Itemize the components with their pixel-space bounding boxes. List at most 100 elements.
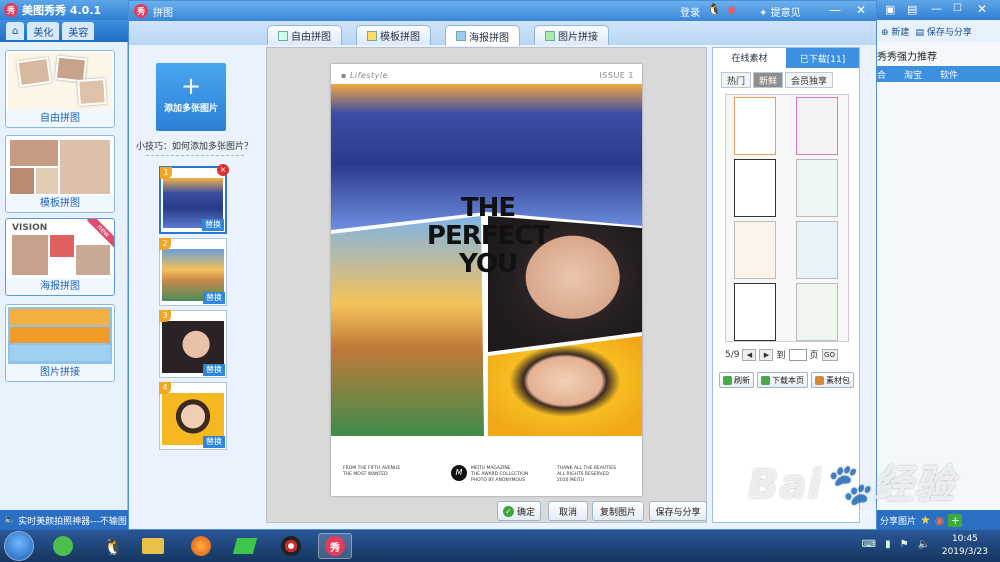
clock-date: 2019/3/23 xyxy=(941,547,988,557)
record-icon[interactable] xyxy=(276,533,306,559)
new-button[interactable]: ⊕ 新建 xyxy=(881,25,909,38)
subtab-hot[interactable]: 热门 xyxy=(721,72,752,88)
page-input[interactable] xyxy=(788,348,807,361)
add-icon[interactable]: + xyxy=(948,513,963,527)
skin-icon[interactable]: ▣ xyxy=(885,3,895,16)
dialog-tabs: 自由拼图 模板拼图 海报拼图 图片拼接 xyxy=(129,21,876,46)
save-share-button[interactable]: ▤ 保存与分享 xyxy=(915,25,971,38)
poster-collage-thumbnail: VISION new xyxy=(8,219,114,279)
download-page-button[interactable]: 下载本页 xyxy=(757,372,808,388)
minimize-icon[interactable]: — xyxy=(829,3,841,17)
flag-icon[interactable]: ⚑ xyxy=(900,539,909,550)
maximize-icon[interactable]: ☐ xyxy=(953,3,962,14)
qq-icon[interactable]: 🐧 xyxy=(707,3,721,16)
side-item-image-stitch[interactable]: 图片拼接 xyxy=(5,304,115,382)
main-titlebar: 秀 美图秀秀 4.0.1 xyxy=(0,0,130,20)
refresh-button[interactable]: 刷新 xyxy=(719,372,754,388)
file-explorer-icon[interactable] xyxy=(138,533,168,559)
tab-downloaded[interactable]: 已下载[11] xyxy=(786,48,859,68)
cancel-button[interactable]: 取消 xyxy=(548,501,588,521)
windows-start-icon[interactable] xyxy=(4,531,34,561)
template-item[interactable] xyxy=(796,283,838,341)
feedback-label: 提意见 xyxy=(770,8,801,19)
subtab-vip[interactable]: 会员独享 xyxy=(785,72,834,88)
recommend-heading: 秀秀强力推荐 xyxy=(877,52,937,63)
login-link[interactable]: 登录 xyxy=(680,4,700,19)
main-right-panel: 秀秀强力推荐 合 淘宝 软件 xyxy=(877,42,1000,510)
recommend-tab[interactable]: 软件 xyxy=(940,68,958,81)
template-item[interactable] xyxy=(734,97,776,155)
material-pack-button[interactable]: 素材包 xyxy=(811,372,854,388)
bulb-icon: ✦ xyxy=(759,8,768,19)
weibo-icon[interactable]: ◉ xyxy=(935,514,945,527)
recommend-tab[interactable]: 淘宝 xyxy=(904,68,922,81)
side-item-template-collage[interactable]: 模板拼图 xyxy=(5,135,115,213)
download-icon xyxy=(761,375,770,385)
keyboard-icon[interactable]: ⌨ xyxy=(862,539,876,550)
material-actions: 刷新 下载本页 素材包 xyxy=(719,372,854,388)
thumbnail-1[interactable]: 1 × 替换 xyxy=(159,164,229,234)
main-status-bar: 🔈 实时美颜拍照神器---不输图 xyxy=(0,510,130,530)
poster-canvas-area: ▪ Lifestyle ISSUE 1 THE PERFECT YOU FROM… xyxy=(266,47,707,523)
template-item[interactable] xyxy=(734,159,776,217)
360-browser-icon[interactable] xyxy=(48,533,78,559)
close-icon[interactable]: ✕ xyxy=(977,2,987,16)
subtab-new[interactable]: 新鲜 xyxy=(753,72,784,88)
close-icon[interactable]: ✕ xyxy=(856,3,866,17)
system-clock[interactable]: 10:45 2019/3/23 xyxy=(942,533,988,559)
poster-preview[interactable]: ▪ Lifestyle ISSUE 1 THE PERFECT YOU FROM… xyxy=(331,64,642,496)
nav-beauty[interactable]: 美容 xyxy=(62,22,95,40)
recommend-tab[interactable]: 合 xyxy=(877,68,886,81)
home-icon[interactable]: ⌂ xyxy=(6,22,25,40)
tab-free-collage[interactable]: 自由拼图 xyxy=(267,25,342,45)
minimize-icon[interactable]: — xyxy=(931,2,942,15)
replace-button[interactable]: 替换 xyxy=(202,219,224,231)
copy-image-button[interactable]: 复制图片 xyxy=(592,501,644,521)
poster-headline: THE PERFECT YOU xyxy=(426,193,550,279)
thumbnail-2[interactable]: 2 替换 xyxy=(159,238,227,306)
meitu-taskbar-icon[interactable]: 秀 xyxy=(318,533,352,559)
stitch-icon xyxy=(545,30,555,41)
replace-button[interactable]: 替换 xyxy=(203,364,225,376)
material-tabs: 在线素材 已下载[11] xyxy=(713,48,859,68)
thumbnail-4[interactable]: 4 替换 xyxy=(159,382,227,450)
page-indicator: 5/9 xyxy=(725,349,740,360)
template-icon xyxy=(367,30,377,41)
go-button[interactable]: GO xyxy=(821,348,838,361)
share-image-label[interactable]: 分享图片 xyxy=(880,514,916,527)
template-collage-thumbnail xyxy=(8,138,112,196)
firefox-icon[interactable] xyxy=(186,533,216,559)
template-item[interactable] xyxy=(796,159,838,217)
volume-icon[interactable]: 🔈 xyxy=(918,539,930,550)
next-page-icon[interactable]: ▶ xyxy=(759,348,774,361)
thumbnail-3[interactable]: 3 替换 xyxy=(159,310,227,378)
media-player-icon[interactable] xyxy=(230,533,260,559)
network-icon[interactable]: ▮ xyxy=(885,539,891,550)
delete-icon[interactable]: × xyxy=(217,164,229,176)
menu-icon[interactable]: ▤ xyxy=(907,3,917,16)
star-icon[interactable]: ★ xyxy=(920,513,931,527)
confirm-button[interactable]: ✓ 确定 xyxy=(497,501,541,521)
replace-button[interactable]: 替换 xyxy=(203,292,225,304)
tip-link[interactable]: 小技巧：如何添加多张图片？ xyxy=(136,139,254,152)
tab-online-materials[interactable]: 在线素材 xyxy=(713,48,786,68)
feedback-link[interactable]: ✦ 提意见 xyxy=(759,4,801,19)
template-item[interactable] xyxy=(734,283,776,341)
weibo-icon[interactable]: ◉ xyxy=(727,3,737,16)
nav-beautify[interactable]: 美化 xyxy=(27,22,60,40)
side-item-poster-collage[interactable]: VISION new 海报拼图 xyxy=(5,218,115,296)
template-item[interactable] xyxy=(734,221,776,279)
status-text[interactable]: 实时美颜拍照神器---不输图 xyxy=(18,514,127,527)
save-share-button[interactable]: 保存与分享 xyxy=(649,501,707,521)
replace-button[interactable]: 替换 xyxy=(203,436,225,448)
qq-icon[interactable]: 🐧 xyxy=(98,533,128,559)
tab-image-stitch[interactable]: 图片拼接 xyxy=(534,25,609,45)
tab-poster-collage[interactable]: 海报拼图 xyxy=(445,25,520,46)
side-item-free-collage[interactable]: 自由拼图 xyxy=(5,50,115,128)
template-item[interactable] xyxy=(796,97,838,155)
tab-template-collage[interactable]: 模板拼图 xyxy=(356,25,431,45)
prev-page-icon[interactable]: ◀ xyxy=(742,348,757,361)
add-multiple-images-button[interactable]: + 添加多张图片 xyxy=(156,63,226,131)
poster-photo-4[interactable] xyxy=(488,336,642,436)
template-item[interactable] xyxy=(796,221,838,279)
